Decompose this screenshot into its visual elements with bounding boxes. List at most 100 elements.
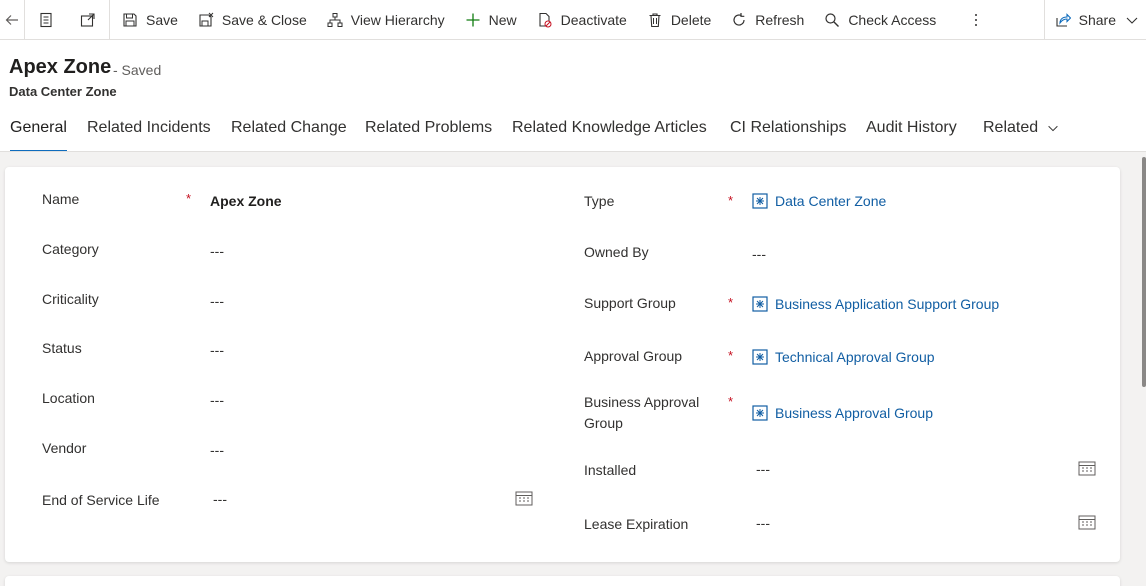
status-label: Status [42,340,82,356]
vendor-label: Vendor [42,440,87,456]
tab-audit-history[interactable]: Audit History [866,112,957,152]
new-button[interactable]: New [455,0,527,40]
tab-related-problems[interactable]: Related Problems [365,112,492,152]
business-approval-group-value: Business Approval Group [775,405,933,421]
lease-expiration-label: Lease Expiration [584,516,689,532]
save-close-label: Save & Close [221,11,307,28]
share-button[interactable]: Share [1045,0,1146,40]
owned-by-field[interactable]: --- [752,246,766,262]
criticality-label: Criticality [42,291,99,307]
view-hierarchy-label: View Hierarchy [350,11,445,28]
deactivate-button[interactable]: Deactivate [527,0,637,40]
entity-record-icon [752,349,768,365]
tab-related-incidents[interactable]: Related Incidents [87,112,211,152]
entity-record-icon [752,405,768,421]
business-approval-group-label-line2: Group [584,415,623,431]
support-group-value: Business Application Support Group [775,296,1000,312]
refresh-icon [733,12,745,26]
approval-group-lookup-link[interactable]: Technical Approval Group [752,349,935,365]
approval-group-value: Technical Approval Group [775,349,935,365]
category-field[interactable]: --- [210,243,224,259]
header-divider [0,151,1146,152]
name-required-marker: * [186,191,192,206]
record-entity-type: Data Center Zone [9,84,117,99]
end-of-service-life-field[interactable]: --- [213,491,227,507]
business-approval-group-lookup-link[interactable]: Business Approval Group [752,405,933,421]
location-field[interactable]: --- [210,392,224,408]
calendar-icon[interactable] [1078,460,1096,476]
record-title: Apex Zone [9,56,112,78]
chevron-down-icon [1048,125,1058,132]
type-label: Type [584,193,615,209]
tab-related-knowledge-articles[interactable]: Related Knowledge Articles [512,112,707,152]
new-label: New [488,11,517,28]
refresh-label: Refresh [755,11,805,28]
entity-record-icon [752,193,768,209]
approval-group-required-marker: * [728,348,734,363]
deactivate-icon [539,12,552,27]
record-header: Apex Zone - Saved Data Center Zone Gener… [0,40,1146,152]
owned-by-label: Owned By [584,244,649,260]
refresh-button[interactable]: Refresh [721,0,814,40]
business-approval-group-label-line1: Business Approval [584,394,700,410]
vendor-field[interactable]: --- [210,442,224,458]
save-close-button[interactable]: Save & Close [188,0,317,40]
lease-expiration-field[interactable]: --- [756,515,770,531]
name-field[interactable]: Apex Zone [210,193,282,209]
business-approval-group-required-marker: * [728,394,734,409]
general-section-card: Name * Apex Zone Category --- Criticalit… [5,167,1120,562]
form-view-button[interactable] [25,0,67,40]
tab-related[interactable]: Related [983,112,1060,144]
share-icon [1056,12,1071,27]
criticality-field[interactable]: --- [210,293,224,309]
save-label: Save [146,11,178,28]
open-new-window-button[interactable] [67,0,109,40]
deactivate-label: Deactivate [560,11,627,28]
support-group-required-marker: * [728,295,734,310]
calendar-icon[interactable] [1078,514,1096,530]
vertical-scrollbar[interactable] [1142,157,1146,387]
more-vertical-icon [975,13,978,26]
delete-button[interactable]: Delete [637,0,721,40]
calendar-icon[interactable] [515,490,533,506]
tab-related-change[interactable]: Related Change [231,112,347,152]
back-button[interactable] [0,0,24,40]
type-lookup-link[interactable]: Data Center Zone [752,193,886,209]
support-group-lookup-link[interactable]: Business Application Support Group [752,296,999,312]
status-field[interactable]: --- [210,342,224,358]
category-label: Category [42,241,99,257]
plus-icon [466,13,480,26]
next-section-card [5,576,1120,586]
save-close-icon [199,12,214,27]
view-hierarchy-button[interactable]: View Hierarchy [317,0,455,40]
record-save-status: - Saved [113,62,162,78]
installed-label: Installed [584,462,637,478]
support-group-label: Support Group [584,295,676,311]
entity-record-icon [752,296,768,312]
installed-field[interactable]: --- [756,461,770,477]
document-icon [40,12,52,27]
check-access-button[interactable]: Check Access [814,0,946,40]
hierarchy-icon [327,12,343,27]
end-of-service-life-label: End of Service Life [42,492,160,508]
approval-group-label: Approval Group [584,348,683,364]
arrow-left-icon [5,14,18,25]
share-label: Share [1078,11,1116,28]
more-commands-button[interactable] [946,0,1006,40]
type-value: Data Center Zone [775,193,887,209]
trash-icon [649,12,661,27]
chevron-down-icon [1126,17,1138,24]
name-label: Name [42,191,80,207]
save-icon [123,12,137,27]
command-bar: Save Save & Close View Hierarchy New Dea… [0,0,1146,40]
tab-ci-relationships[interactable]: CI Relationships [730,112,847,152]
check-access-label: Check Access [848,11,937,28]
tab-related-label: Related [983,119,1039,136]
delete-label: Delete [670,11,712,28]
tab-general[interactable]: General [10,112,67,152]
location-label: Location [42,390,95,406]
type-required-marker: * [728,193,734,208]
open-in-window-icon [80,12,95,27]
save-button[interactable]: Save [110,0,188,40]
magnifier-icon [825,12,840,27]
